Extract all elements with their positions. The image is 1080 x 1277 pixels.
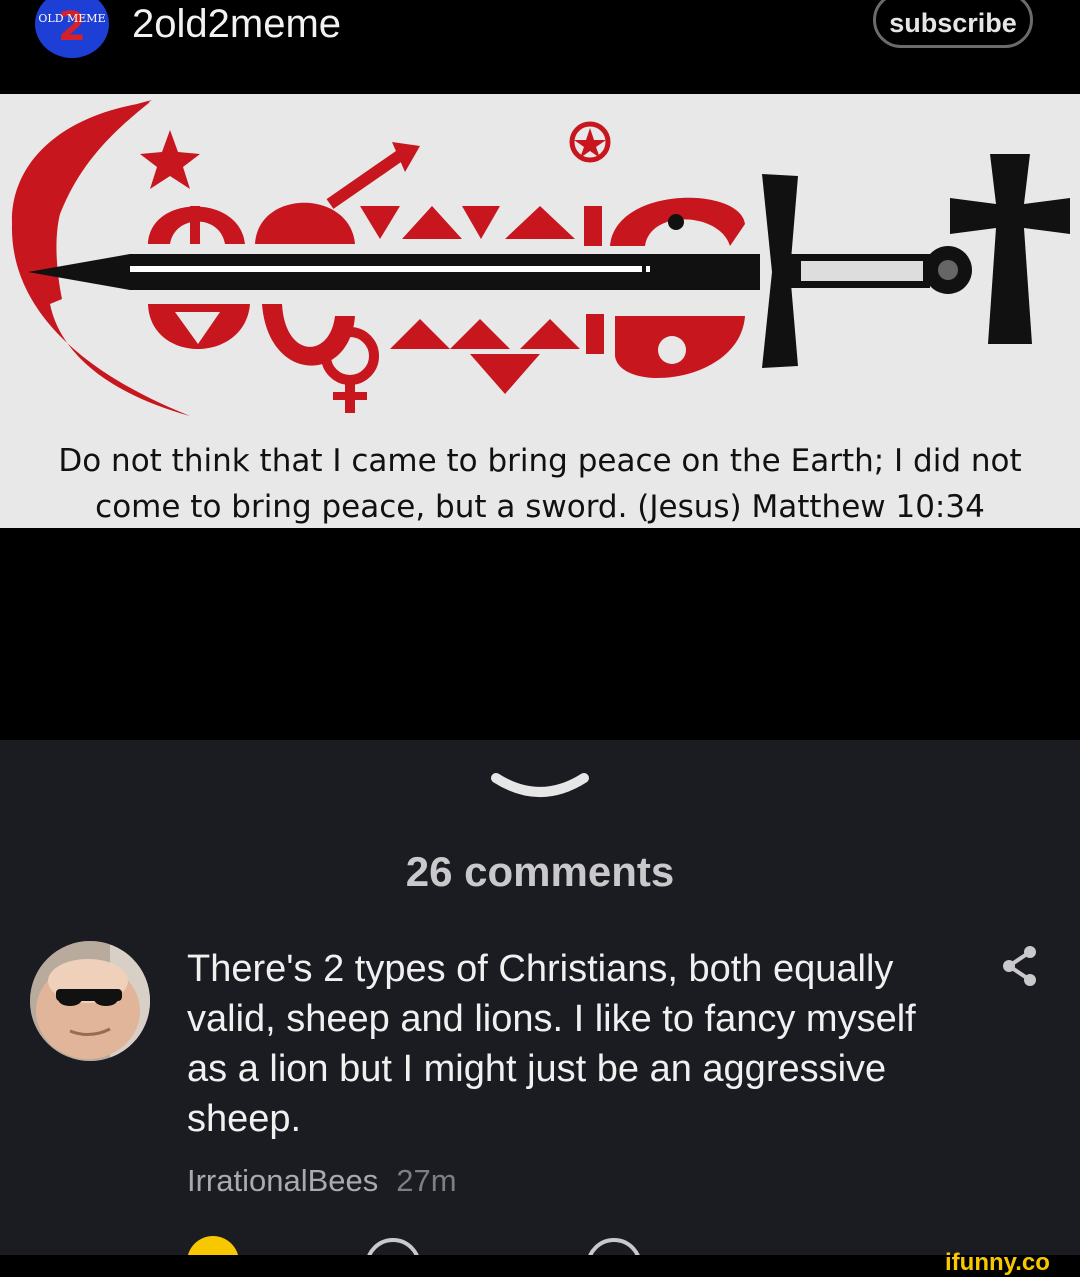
comments-count: 26 comments	[405, 848, 675, 895]
svg-text:2: 2	[58, 4, 86, 50]
bottom-strip	[0, 1255, 1080, 1276]
comment-text: There's 2 types of Christians, both equa…	[187, 948, 916, 1140]
comment-time: 27m	[396, 1163, 457, 1198]
share-icon[interactable]	[1000, 944, 1040, 993]
meme-caption-line-2: come to bring peace, but a sword. (Jesus…	[95, 489, 985, 525]
meme-image: Do not think that I came to bring peace …	[0, 94, 1080, 528]
collapse-chevron-icon[interactable]	[490, 768, 590, 813]
channel-avatar[interactable]: 2 OLD MEME	[35, 0, 109, 58]
image-letterbox	[0, 528, 1080, 740]
comment-author[interactable]: IrrationalBees	[187, 1163, 378, 1198]
ifunny-watermark: ifunny.co	[945, 1249, 1050, 1276]
post-header: 2 OLD MEME 2old2meme subscribe	[0, 0, 1080, 94]
avatar-logo-text: OLD MEME	[38, 12, 105, 25]
commenter-avatar[interactable]	[30, 941, 150, 1061]
meme-caption: Do not think that I came to bring peace …	[0, 438, 1080, 528]
channel-name[interactable]: 2old2meme	[132, 2, 341, 47]
comment-meta: IrrationalBees 27m	[187, 1163, 457, 1199]
subscribe-button[interactable]: subscribe	[873, 0, 1033, 48]
meme-caption-line-1: Do not think that I came to bring peace …	[58, 443, 1022, 479]
